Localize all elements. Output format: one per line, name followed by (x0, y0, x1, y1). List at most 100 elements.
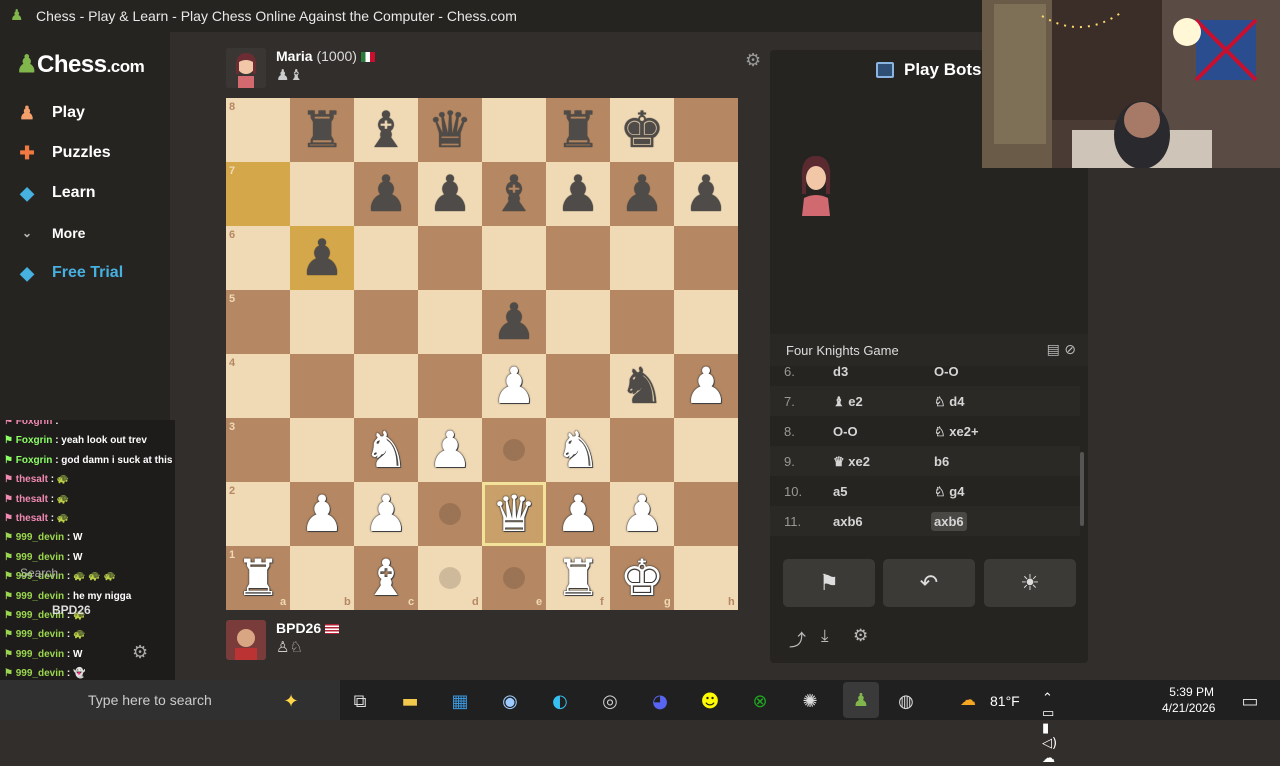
move-list-scrollbar[interactable] (1080, 452, 1084, 526)
white-rook-a1[interactable]: ♜ (226, 546, 290, 610)
square-d4[interactable] (418, 354, 482, 418)
discord-icon[interactable]: ◕ (647, 688, 673, 714)
move-list[interactable]: 6. d3 O-O 7. ♝ e2 ♘ d4 8. O-O ♘ xe2+ 9. ♛ xe2 b6 10.… (770, 366, 1080, 536)
notification-icon[interactable]: ▭ (1237, 688, 1263, 714)
black-move[interactable]: ♘ g4 (934, 484, 964, 500)
player-name[interactable]: BPD26 (276, 620, 321, 636)
tray-icons[interactable]: ⌃ ▭ ▮ ◁) ☁ (1042, 691, 1057, 766)
black-move[interactable]: b6 (934, 454, 949, 469)
file-explorer-icon[interactable]: ▬ (397, 688, 423, 714)
legal-move-dot[interactable] (503, 439, 525, 461)
sidebar-item-more[interactable]: ⌄ More (16, 219, 166, 247)
square-c5[interactable] (354, 290, 418, 354)
black-knight-g4[interactable]: ♞ (610, 354, 674, 418)
black-pawn-g7[interactable]: ♟ (610, 162, 674, 226)
white-pawn-c2[interactable]: ♟ (354, 482, 418, 546)
obs-icon[interactable]: ◍ (893, 688, 919, 714)
legal-move-dot[interactable] (439, 567, 461, 589)
black-pawn-f7[interactable]: ♟ (546, 162, 610, 226)
black-bishop-c8[interactable]: ♝ (354, 98, 418, 162)
settings-icon[interactable]: ⚙ (853, 626, 868, 646)
white-pawn-d3[interactable]: ♟ (418, 418, 482, 482)
black-pawn-c7[interactable]: ♟ (354, 162, 418, 226)
weather-temp[interactable]: 81°F (990, 693, 1020, 709)
share-icon[interactable]: ⤴ (789, 626, 806, 651)
black-move[interactable]: ♘ xe2+ (934, 424, 979, 440)
square-h2[interactable] (674, 482, 738, 546)
opponent-name[interactable]: Maria (276, 48, 313, 64)
square-h3[interactable] (674, 418, 738, 482)
square-e6[interactable] (482, 226, 546, 290)
hint-button[interactable]: ☀ (984, 559, 1076, 607)
square-d6[interactable] (418, 226, 482, 290)
sidebar-item-learn[interactable]: ◆ Learn (16, 179, 166, 207)
square-a2[interactable] (226, 482, 290, 546)
square-g6[interactable] (610, 226, 674, 290)
white-move[interactable]: O-O (833, 424, 858, 439)
square-g5[interactable] (610, 290, 674, 354)
black-move[interactable]: O-O (934, 366, 959, 379)
white-pawn-f2[interactable]: ♟ (546, 482, 610, 546)
sidebar-item-play[interactable]: ♟ Play (16, 99, 166, 127)
app-settings-icon[interactable]: ✺ (797, 688, 823, 714)
legal-move-dot[interactable] (439, 503, 461, 525)
sparkle-icon[interactable]: ✦ (278, 688, 304, 714)
square-a5[interactable] (226, 290, 290, 354)
white-knight-f3[interactable]: ♞ (546, 418, 610, 482)
square-e8[interactable] (482, 98, 546, 162)
square-b3[interactable] (290, 418, 354, 482)
store-icon[interactable]: ▦ (447, 688, 473, 714)
steam-icon[interactable]: ◉ (497, 688, 523, 714)
square-d5[interactable] (418, 290, 482, 354)
square-c4[interactable] (354, 354, 418, 418)
square-h5[interactable] (674, 290, 738, 354)
white-rook-f1[interactable]: ♜ (546, 546, 610, 610)
black-bishop-e7[interactable]: ♝ (482, 162, 546, 226)
white-move[interactable]: ♛ xe2 (833, 454, 870, 470)
snapchat-icon[interactable]: ☻ (697, 688, 723, 714)
square-c6[interactable] (354, 226, 418, 290)
white-bishop-c1[interactable]: ♝ (354, 546, 418, 610)
white-pawn-g2[interactable]: ♟ (610, 482, 674, 546)
black-rook-f8[interactable]: ♜ (546, 98, 610, 162)
black-queen-d8[interactable]: ♛ (418, 98, 482, 162)
edge-icon[interactable]: ◐ (547, 688, 573, 714)
square-f6[interactable] (546, 226, 610, 290)
sidebar-item-free-trial[interactable]: ◆ Free Trial (16, 259, 166, 287)
black-move[interactable]: axb6 (931, 512, 967, 531)
app-icon[interactable]: ◎ (597, 688, 623, 714)
square-b7[interactable] (290, 162, 354, 226)
square-a7[interactable] (226, 162, 290, 226)
opening-name[interactable]: Four Knights Game (786, 343, 899, 358)
resign-button[interactable]: ⚑ (783, 559, 875, 607)
clock[interactable]: 5:39 PM 4/21/2026 (1162, 684, 1215, 716)
square-a4[interactable] (226, 354, 290, 418)
white-move[interactable]: ♝ e2 (833, 394, 863, 410)
white-pawn-e4[interactable]: ♟ (482, 354, 546, 418)
white-king-g1[interactable]: ♚ (610, 546, 674, 610)
black-pawn-d7[interactable]: ♟ (418, 162, 482, 226)
square-b4[interactable] (290, 354, 354, 418)
white-knight-c3[interactable]: ♞ (354, 418, 418, 482)
black-rook-b8[interactable]: ♜ (290, 98, 354, 162)
chess-com-logo[interactable]: ♟Chess.com (16, 50, 145, 79)
board-settings-gear-icon[interactable]: ⚙ (745, 50, 763, 71)
square-a3[interactable] (226, 418, 290, 482)
white-pawn-h4[interactable]: ♟ (674, 354, 738, 418)
chess-board[interactable]: 8 ♜ ♝ ♛ ♜ ♚ 7 ♟ ♟ ♝ ♟ ♟ ♟ 6 ♟ 5 ♟ 4 ♟ ♞ ♟ 3 ♞ ♟ ♞ 2 ♟ ♟ ♛ ♟ ♟ 1 a ♜ b c ♝ d e f… (226, 98, 738, 610)
square-h6[interactable] (674, 226, 738, 290)
white-move[interactable]: a5 (833, 484, 847, 499)
square-f5[interactable] (546, 290, 610, 354)
xbox-icon[interactable]: ⊗ (747, 688, 773, 714)
square-h8[interactable] (674, 98, 738, 162)
book-compass-icons[interactable]: ▤ ⊘ (1047, 342, 1076, 358)
black-king-g8[interactable]: ♚ (610, 98, 674, 162)
white-queen-e2[interactable]: ♛ (482, 482, 546, 546)
download-icon[interactable]: ⤓ (821, 626, 829, 646)
black-move[interactable]: ♘ d4 (934, 394, 964, 410)
square-a8[interactable] (226, 98, 290, 162)
takeback-button[interactable]: ↶ (883, 559, 975, 607)
white-move[interactable]: axb6 (833, 514, 863, 529)
chess-app-icon[interactable]: ♟ (843, 682, 879, 718)
legal-move-dot[interactable] (503, 567, 525, 589)
